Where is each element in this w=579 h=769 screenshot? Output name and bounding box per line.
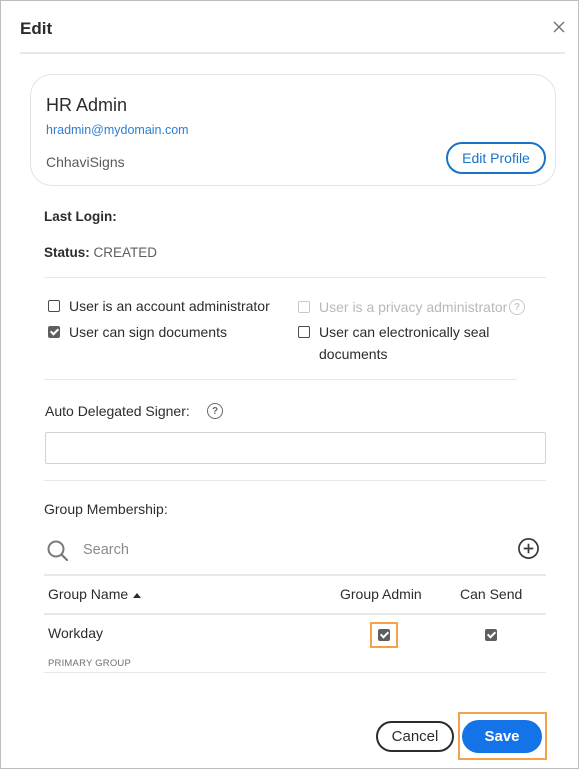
last-login: Last Login:	[44, 209, 117, 224]
search-icon[interactable]	[46, 539, 70, 563]
privacy-admin-checkbox[interactable]	[298, 301, 310, 313]
divider	[44, 574, 546, 576]
e-seal-label: User can electronically seal documents	[319, 324, 490, 362]
status: Status: CREATED	[44, 245, 157, 260]
delegated-signer-label-text: Auto Delegated Signer:	[45, 403, 190, 419]
e-seal-checkbox[interactable]	[298, 326, 310, 338]
can-sign-label: User can sign documents	[69, 324, 227, 340]
privacy-admin-label: User is a privacy administrator	[319, 299, 508, 315]
divider	[44, 613, 546, 615]
save-button[interactable]: Save	[462, 720, 542, 753]
divider	[44, 277, 546, 278]
sort-ascending-icon	[133, 592, 142, 598]
close-icon[interactable]	[551, 19, 567, 35]
dialog-title: Edit	[20, 19, 53, 38]
add-circle-icon[interactable]	[517, 537, 540, 560]
column-group-admin: Group Admin	[340, 586, 422, 602]
edit-dialog: Edit HR Admin hradmin@mydomain.com Chhav…	[0, 0, 579, 769]
divider	[20, 52, 565, 54]
column-group-name[interactable]: Group Name	[48, 586, 142, 602]
delegated-signer-input[interactable]	[45, 432, 546, 464]
delegated-signer-label: Auto Delegated Signer:	[45, 403, 190, 419]
profile-card: HR Admin hradmin@mydomain.com ChhaviSign…	[30, 74, 556, 186]
group-membership-label: Group Membership:	[44, 501, 168, 517]
status-value: CREATED	[93, 245, 158, 260]
group-admin-checkbox[interactable]	[378, 629, 390, 641]
edit-profile-button[interactable]: Edit Profile	[446, 142, 546, 174]
can-sign-checkbox[interactable]	[48, 326, 60, 338]
can-send-checkbox[interactable]	[485, 629, 497, 641]
primary-group-label: PRIMARY GROUP	[48, 658, 132, 669]
group-name: Workday	[48, 625, 103, 641]
column-can-send: Can Send	[460, 586, 523, 602]
help-icon[interactable]: ?	[509, 299, 525, 315]
divider	[44, 379, 517, 380]
cancel-button[interactable]: Cancel	[376, 721, 454, 752]
account-admin-checkbox[interactable]	[48, 300, 60, 312]
user-organization: ChhaviSigns	[46, 154, 125, 170]
help-icon[interactable]: ?	[207, 403, 223, 419]
status-label: Status:	[44, 245, 90, 260]
group-membership-label-text: Group Membership:	[44, 501, 168, 517]
divider	[44, 672, 546, 673]
account-admin-label: User is an account administrator	[69, 298, 270, 314]
user-name: HR Admin	[46, 95, 128, 115]
column-group-name-label: Group Name	[48, 586, 129, 602]
last-login-label: Last Login:	[44, 209, 117, 224]
divider	[44, 480, 546, 481]
group-search-input[interactable]	[77, 538, 377, 562]
user-email: hradmin@mydomain.com	[46, 123, 189, 137]
